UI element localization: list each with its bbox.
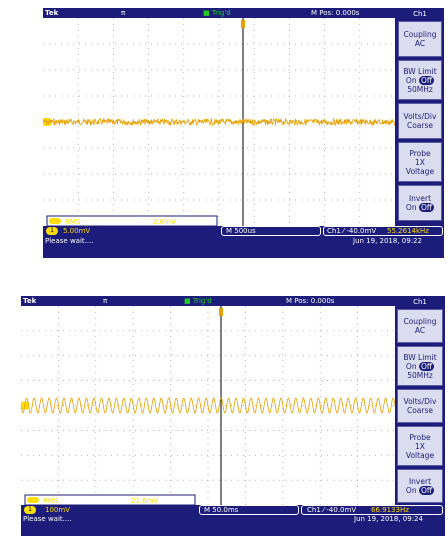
waveform-display: RMS 21.6mV (21, 306, 395, 505)
status-bar: 1 5.00mV M 500us Ch1 ⁄ -40.0mV 55.2614kH… (43, 226, 444, 236)
datetime: Jun 19, 2018, 09:22 (353, 237, 422, 245)
channel-menu: Ch1 Coupling AC BW Limit On Off 50MHz Vo… (396, 8, 444, 258)
top-status-bar: Tek π ■ Trig'd M Pos: 0.000s (43, 8, 398, 18)
measurement-value: 2.0mV (153, 218, 176, 226)
bw-limit-button[interactable]: BW Limit On Off 50MHz (397, 346, 443, 386)
run-state-icon: π (103, 297, 108, 305)
top-status-bar: Tek π ■ Trig'd M Pos: 0.000s (21, 296, 397, 306)
invert-button[interactable]: Invert On Off (397, 469, 443, 503)
trigger-status: ■ Trig'd (184, 297, 212, 305)
trigger-position-marker (219, 308, 223, 316)
trigger-frequency: 55.2614kHz (387, 227, 429, 235)
volts-per-div: 5.00mV (63, 227, 91, 235)
channel-1-trace (43, 117, 395, 127)
trigger-position-marker (241, 20, 245, 28)
channel-1-trace (21, 397, 395, 414)
datetime: Jun 19, 2018, 09:24 (354, 515, 423, 523)
oscilloscope-screenshot-2: Tek π ■ Trig'd M Pos: 0.000s RMS 21.6mV C… (21, 296, 445, 536)
invert-button[interactable]: Invert On Off (398, 185, 442, 221)
trigger-frequency: 66.9133Hz (371, 506, 409, 514)
volts-per-div: 100mV (45, 506, 70, 514)
rms-measurement-readout: RMS 2.0mV (46, 215, 218, 226)
rms-measurement-readout: RMS 21.6mV (24, 494, 196, 505)
measurement-value: 21.6mV (131, 497, 158, 505)
volts-div-button[interactable]: Volts/Div Coarse (397, 389, 443, 423)
brand-label: Tek (45, 9, 59, 17)
measurement-label: RMS (43, 497, 59, 505)
probe-button[interactable]: Probe 1X Voltage (397, 426, 443, 466)
volts-div-button[interactable]: Volts/Div Coarse (398, 103, 442, 139)
coupling-button[interactable]: Coupling AC (398, 21, 442, 57)
message-line: Please wait.... Jun 19, 2018, 09:24 (21, 515, 445, 524)
measurement-label: RMS (65, 218, 81, 226)
message-line: Please wait.... Jun 19, 2018, 09:22 (43, 237, 444, 246)
menu-title: Ch1 (413, 10, 427, 18)
brand-label: Tek (23, 297, 37, 305)
waveform-plot: RMS 21.6mV (21, 306, 395, 505)
waveform-display: RMS 2.0mV (43, 18, 395, 226)
measurement-channel-badge (49, 218, 61, 224)
horizontal-position: M Pos: 0.000s (311, 9, 360, 17)
bw-limit-button[interactable]: BW Limit On Off 50MHz (398, 60, 442, 100)
channel-menu: Ch1 Coupling AC BW Limit On Off 50MHz Vo… (395, 296, 445, 536)
status-bar: 1 100mV M 50.0ms Ch1 ⁄ -40.0mV 66.9133Hz (21, 505, 445, 515)
trigger-status: ■ Trig'd (203, 9, 231, 17)
trigger-level: Ch1 ⁄ -40.0mV (307, 506, 357, 514)
channel-badge: 1 (46, 227, 58, 235)
measurement-channel-badge (27, 497, 39, 503)
timebase: M 50.0ms (204, 506, 239, 514)
menu-title: Ch1 (413, 298, 427, 306)
timebase: M 500us (226, 227, 256, 235)
oscilloscope-screenshot-1: Tek π ■ Trig'd M Pos: 0.000s RMS 2.0mV Ch… (43, 8, 444, 258)
status-message: Please wait.... (45, 237, 94, 245)
status-message: Please wait.... (23, 515, 72, 523)
coupling-button[interactable]: Coupling AC (397, 309, 443, 343)
horizontal-position: M Pos: 0.000s (286, 297, 335, 305)
waveform-plot: RMS 2.0mV (43, 18, 395, 226)
run-state-icon: π (121, 9, 126, 17)
probe-button[interactable]: Probe 1X Voltage (398, 142, 442, 182)
trigger-level: Ch1 ⁄ -40.0mV (327, 227, 377, 235)
channel-badge: 1 (24, 506, 36, 514)
